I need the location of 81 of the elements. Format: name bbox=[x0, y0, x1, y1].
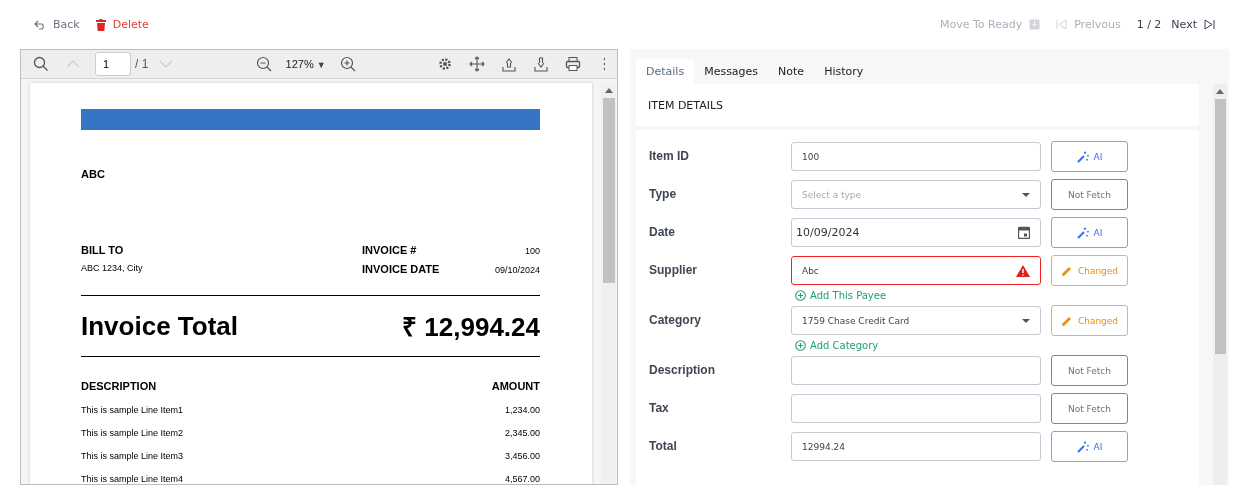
line-description: This is sample Line Item1 bbox=[81, 405, 184, 415]
ai-button[interactable]: AI bbox=[1051, 141, 1128, 172]
line-amount: 3,456.00 bbox=[504, 451, 540, 461]
zoom-dropdown[interactable]: 127% ▼ bbox=[281, 58, 330, 70]
line-description: This is sample Line Item4 bbox=[81, 474, 184, 484]
tab[interactable]: Note bbox=[768, 59, 815, 84]
trash-icon bbox=[95, 18, 106, 31]
ai-button[interactable]: AI bbox=[1051, 217, 1128, 248]
field-label: Type bbox=[649, 186, 678, 203]
input-field[interactable]: 100 bbox=[791, 142, 1041, 171]
warning-icon bbox=[1016, 264, 1030, 277]
section-title: ITEM DETAILS bbox=[648, 98, 724, 112]
wand-icon bbox=[1076, 440, 1089, 453]
caret-icon bbox=[1022, 192, 1030, 197]
date-field[interactable]: 10/09/2024 bbox=[791, 218, 1041, 247]
field-label: Date bbox=[649, 224, 676, 241]
invoice-total-amount: ₹ 12,994.24 bbox=[402, 311, 540, 344]
scrollbar[interactable] bbox=[1213, 84, 1227, 485]
undo-icon bbox=[34, 19, 46, 30]
page-number-field[interactable]: 1 bbox=[95, 52, 131, 76]
wand-icon bbox=[1076, 150, 1089, 163]
bill-to-address: ABC 1234, City bbox=[81, 263, 143, 273]
field-label: Tax bbox=[649, 400, 670, 417]
input-field[interactable] bbox=[791, 394, 1041, 423]
gear-icon[interactable] bbox=[437, 56, 453, 72]
tab[interactable]: Messages bbox=[694, 59, 769, 84]
field-label: Total bbox=[649, 438, 678, 455]
pencil-icon bbox=[1060, 264, 1073, 277]
bill-to-label: BILL TO bbox=[81, 244, 125, 256]
meta-value: 09/10/2024 bbox=[494, 265, 540, 275]
wand-icon bbox=[1076, 226, 1089, 239]
column-header: AMOUNT bbox=[491, 380, 540, 392]
line-description: This is sample Line Item2 bbox=[81, 428, 184, 438]
field-label: Supplier bbox=[649, 262, 698, 279]
meta-value: 100 bbox=[524, 246, 540, 256]
move-icon[interactable] bbox=[469, 56, 485, 72]
line-amount: 4,567.00 bbox=[504, 474, 540, 484]
dropdown[interactable]: 1759 Chase Credit Card bbox=[791, 306, 1041, 335]
scrollbar[interactable] bbox=[601, 83, 616, 484]
not-fetch-button[interactable]: Not Fetch bbox=[1051, 393, 1128, 424]
field-label: Description bbox=[649, 362, 716, 379]
company-name: ABC bbox=[81, 168, 106, 180]
not-fetch-button[interactable]: Not Fetch bbox=[1051, 355, 1128, 386]
zoom-out-icon[interactable] bbox=[255, 56, 272, 72]
page-counter: 1 / 2 bbox=[1136, 18, 1162, 31]
ai-button[interactable]: AI bbox=[1051, 431, 1128, 462]
plus-circle-icon bbox=[795, 340, 806, 351]
tab[interactable]: History bbox=[814, 59, 874, 84]
zoom-in-icon[interactable] bbox=[339, 56, 356, 72]
field-label: Item ID bbox=[649, 148, 690, 165]
page-total: / 1 bbox=[135, 57, 149, 71]
not-fetch-button[interactable]: Not Fetch bbox=[1051, 179, 1128, 210]
meta-label: INVOICE DATE bbox=[362, 263, 440, 275]
line-amount: 2,345.00 bbox=[504, 428, 540, 438]
pencil-icon bbox=[1060, 314, 1073, 327]
input-field[interactable] bbox=[791, 356, 1041, 385]
plus-circle-icon bbox=[795, 290, 806, 301]
search-icon[interactable] bbox=[33, 56, 49, 72]
print-icon[interactable] bbox=[565, 56, 581, 72]
caret-icon bbox=[1022, 318, 1030, 323]
skip-forward-icon bbox=[1204, 19, 1215, 30]
skip-back-icon bbox=[1056, 19, 1068, 30]
download-icon bbox=[1029, 19, 1041, 30]
caret-icon: ▼ bbox=[316, 60, 326, 70]
meta-label: INVOICE # bbox=[362, 244, 417, 256]
line-description: This is sample Line Item3 bbox=[81, 451, 184, 461]
download-icon[interactable] bbox=[533, 56, 549, 72]
next-button[interactable]: Next bbox=[1171, 18, 1215, 31]
line-amount: 1,234.00 bbox=[504, 405, 540, 415]
input-field[interactable]: 12994.24 bbox=[791, 432, 1041, 461]
column-header: DESCRIPTION bbox=[81, 380, 157, 392]
field-label: Category bbox=[649, 312, 702, 329]
add-link[interactable]: Add This Payee bbox=[791, 290, 1128, 301]
input-field[interactable]: Abc bbox=[791, 256, 1041, 285]
delete-button[interactable]: Delete bbox=[95, 18, 149, 31]
add-link[interactable]: Add Category bbox=[791, 340, 1128, 351]
upload-icon[interactable] bbox=[501, 56, 517, 72]
invoice-total-label: Invoice Total bbox=[81, 310, 238, 342]
calendar-icon bbox=[1018, 226, 1030, 239]
back-button[interactable]: Back bbox=[34, 18, 80, 31]
tab[interactable]: Details bbox=[636, 59, 695, 84]
